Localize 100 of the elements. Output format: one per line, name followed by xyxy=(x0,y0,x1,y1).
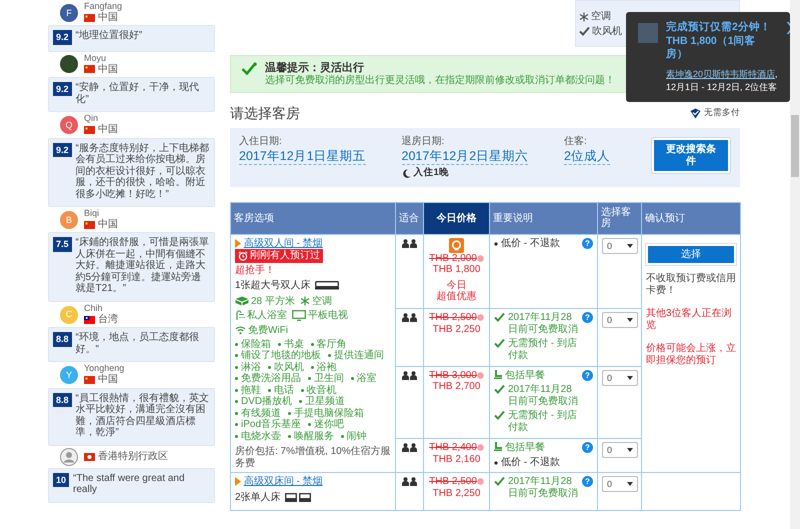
select-button[interactable]: 选择 xyxy=(646,244,736,266)
column-header: 今日价格 xyxy=(424,202,490,234)
amenity-item: 手提电脑保险箱 xyxy=(288,408,364,420)
change-search-button[interactable]: 更改搜索条件 xyxy=(652,138,730,174)
caret-icon xyxy=(627,376,633,380)
review-score: 7.5 xyxy=(53,237,72,252)
reviewer-name: Fangfang xyxy=(84,2,122,12)
amenity-item: 拖鞋 xyxy=(235,384,261,396)
section-heading: 请选择客房 xyxy=(230,105,300,122)
room-count-dropdown[interactable]: 0 xyxy=(602,476,638,492)
amenity-item: 客厅角 xyxy=(310,338,347,350)
column-header: 适合 xyxy=(396,202,424,234)
room-feature: 28 平方米 xyxy=(251,296,295,308)
room-count-dropdown[interactable]: 0 xyxy=(602,370,638,386)
booking-note: 不收取预订费或信用卡费！ xyxy=(646,273,736,296)
room-count-dropdown[interactable]: 0 xyxy=(602,442,638,458)
avatar: C xyxy=(60,306,78,324)
original-price: THB 2,400 xyxy=(429,442,477,454)
urgency-note: 价格可能会上涨，立即担保您的预订 xyxy=(646,343,736,366)
review-quote: “地理位置很好” xyxy=(76,30,142,42)
price: THB 2,160 xyxy=(432,454,480,466)
review-score: 9.2 xyxy=(53,30,72,45)
scrollbar-thumb[interactable] xyxy=(791,115,799,177)
double-bed-icon xyxy=(314,280,339,291)
price-includes-note: 房价包括: 7%增值税, 10%住宿方服务费 xyxy=(235,446,391,470)
review-score: 10 xyxy=(53,472,70,488)
wifi-icon xyxy=(235,325,246,336)
amenity-item: 卫星频道 xyxy=(298,396,345,408)
deal-label: 超值优惠 xyxy=(436,291,476,302)
caret-icon xyxy=(627,482,633,486)
reviewer-country: 中国 xyxy=(98,64,118,76)
check-icon xyxy=(494,384,505,394)
flag-icon xyxy=(84,452,95,461)
check-icon xyxy=(494,476,505,486)
price: THB 2,250 xyxy=(432,324,480,336)
price: THB 2,250 xyxy=(432,488,480,500)
condition-note: 低价 - 不退款 xyxy=(501,238,560,250)
room-feature: 私人浴室 xyxy=(247,310,287,322)
condition-note: 无需预付 - 到店付款 xyxy=(508,410,578,434)
alarm-clock-icon xyxy=(238,251,248,262)
room-name-link[interactable]: 高级双床间 - 禁烟 xyxy=(244,476,323,488)
date-link[interactable]: 2017年12月2日星期六 xyxy=(402,148,528,165)
review-quote: “員工很熱情，很有禮貌，英文水平比較好，溝通完全沒有困難，酒店符合四星級酒店標準，乾淨” xyxy=(76,392,210,439)
review-score: 8.8 xyxy=(53,392,72,408)
facility-label: 空调 xyxy=(591,11,611,22)
bullet-icon xyxy=(494,460,498,465)
avatar: Q xyxy=(60,116,78,134)
help-icon[interactable]: ? xyxy=(582,476,593,488)
column-header: 客房选项 xyxy=(230,202,396,234)
popup-title[interactable]: 完成预订仅需2分钟！THB 1,800（1间客房） xyxy=(666,21,778,62)
review-quote: “床鋪的很舒服，可惜是兩張單人床併在一起，中間有個縫不大好。離捷運站很近，走路大約5分鐘可到達。捷運站旁邊就是T21。” xyxy=(76,237,210,295)
reviewer-name: Qin xyxy=(84,114,98,124)
info-dot-icon xyxy=(476,254,484,262)
check-icon xyxy=(494,410,505,420)
room-name-link[interactable]: 高级双人间 - 禁烟 xyxy=(244,238,323,249)
flag-icon xyxy=(84,376,95,384)
field-label: 住客: xyxy=(564,136,588,148)
badge-text: 刚刚有人预订过 xyxy=(250,250,320,262)
check-icon xyxy=(241,62,257,75)
field-label: 入住日期: xyxy=(239,136,283,148)
amenity-item: 浴室 xyxy=(350,373,377,385)
date-link[interactable]: 2017年12月1日星期五 xyxy=(239,148,366,165)
dropdown-value: 0 xyxy=(607,445,612,456)
review-quote: “环境，地点，员工态度都很好。” xyxy=(76,332,200,356)
amenity-item: 淋浴 xyxy=(235,362,261,374)
triangle-icon xyxy=(235,477,241,486)
condition-note: 2017年11月28日前可免费取消 xyxy=(508,312,579,336)
original-price: THB 2,500 xyxy=(429,476,477,488)
flag-icon xyxy=(84,14,95,22)
amenity-item: 保险箱 xyxy=(235,338,271,350)
amenity-item: 电话 xyxy=(268,384,294,396)
reviewer-country: 台湾 xyxy=(98,314,118,326)
dropdown-value: 0 xyxy=(607,479,612,490)
hotel-link[interactable]: 素坤逸20贝斯特韦斯特酒店 xyxy=(666,68,776,79)
tip-title: 温馨提示：灵活出行 xyxy=(265,62,365,74)
review-quote: “服务态度特别好，上下电梯都会有员工过来给你按电梯。房间的衣柜设计很好，可以晾衣服，还干的很快，哈哈。附近很多小吃摊！好吃！” xyxy=(76,142,210,200)
deal-icon xyxy=(449,238,464,253)
amenity-item: 收音机 xyxy=(300,384,337,396)
reviewer-country: 中国 xyxy=(98,218,118,230)
twin-beds-icon xyxy=(284,492,311,503)
review-score: 8.8 xyxy=(53,332,72,347)
photo-placeholder xyxy=(638,23,658,43)
info-dot-icon xyxy=(476,314,484,321)
help-icon[interactable]: ? xyxy=(582,312,593,324)
review-score: 9.2 xyxy=(53,142,72,157)
moon-icon xyxy=(402,168,411,178)
condition-note: 低价 - 不退款 xyxy=(501,456,560,468)
help-icon[interactable]: ? xyxy=(582,238,593,249)
dropdown-value: 0 xyxy=(607,372,612,383)
help-icon[interactable]: ? xyxy=(582,370,593,381)
room-count-dropdown[interactable]: 0 xyxy=(602,312,638,328)
condition-note: 2017年11月28日前可免费取消 xyxy=(508,476,579,500)
info-dot-icon xyxy=(476,372,484,379)
help-icon[interactable]: ? xyxy=(582,442,593,454)
room-count-dropdown[interactable]: 0 xyxy=(602,238,638,254)
guests-link[interactable]: 2位成人 xyxy=(564,148,610,165)
facility-label: 吹风机 xyxy=(592,26,622,37)
shield-check-icon xyxy=(690,108,701,119)
amenity-item: 电烧水壶 xyxy=(235,430,281,442)
amenity-item: 吹风机 xyxy=(268,362,304,374)
